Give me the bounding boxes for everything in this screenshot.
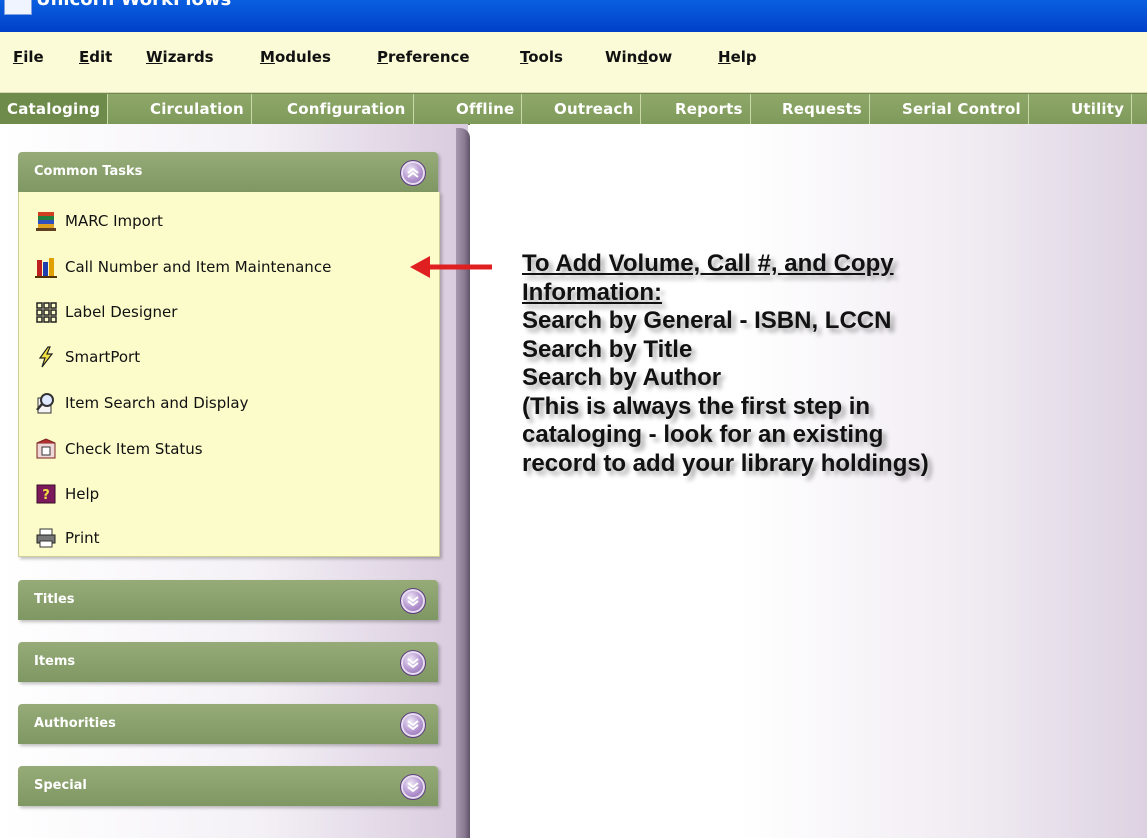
group-title: Titles	[34, 592, 75, 607]
group-title: Authorities	[34, 716, 116, 731]
task-label: Item Search and Display	[65, 394, 249, 412]
tab-serial-control[interactable]: Serial Control	[895, 94, 1029, 124]
module-tab-bar: Cataloging Circulation Configuration Off…	[0, 93, 1147, 125]
menu-file[interactable]: File	[13, 48, 44, 66]
tab-requests[interactable]: Requests	[775, 94, 870, 124]
group-title: Common Tasks	[34, 164, 143, 179]
printer-icon	[35, 527, 57, 549]
status-book-icon	[35, 438, 57, 460]
annotation-line: Search by Author	[522, 364, 722, 391]
annotation-line: Search by General - ISBN, LCCN	[522, 307, 892, 334]
menu-edit[interactable]: Edit	[79, 48, 112, 66]
annotation-heading-line2: Information:	[522, 278, 662, 306]
group-special-header[interactable]: Special	[18, 766, 438, 806]
help-icon: ?	[35, 483, 57, 505]
window-title: Unicorn WorkFlows	[36, 0, 231, 10]
tab-circulation[interactable]: Circulation	[143, 94, 252, 124]
task-print[interactable]: Print	[35, 523, 100, 553]
tab-offline[interactable]: Offline	[449, 94, 523, 124]
svg-text:?: ?	[42, 488, 50, 503]
lightning-icon	[35, 346, 57, 368]
tab-utility[interactable]: Utility	[1064, 94, 1133, 124]
expand-icon[interactable]	[400, 712, 426, 738]
group-titles-header[interactable]: Titles	[18, 580, 438, 620]
books-icon	[35, 256, 57, 278]
expand-icon[interactable]	[400, 774, 426, 800]
annotation-line: record to add your library holdings)	[522, 449, 929, 477]
menu-modules[interactable]: Modules	[260, 48, 331, 66]
task-label: Help	[65, 485, 100, 503]
magnifier-book-icon	[35, 392, 57, 414]
menu-preference[interactable]: Preference	[377, 48, 470, 66]
tab-reports[interactable]: Reports	[668, 94, 751, 124]
menu-bar: File Edit Wizards Modules Preference Too…	[0, 32, 1147, 93]
task-label: Label Designer	[65, 303, 178, 321]
task-check-item-status[interactable]: Check Item Status	[35, 434, 203, 464]
task-call-number-item-maintenance[interactable]: Call Number and Item Maintenance	[35, 252, 331, 282]
tab-cataloging[interactable]: Cataloging	[0, 94, 109, 124]
group-title: Special	[34, 778, 87, 793]
annotation-line: (This is always the first step in	[522, 392, 871, 420]
group-authorities-header[interactable]: Authorities	[18, 704, 438, 744]
task-item-search-display[interactable]: Item Search and Display	[35, 388, 249, 418]
task-label: Check Item Status	[65, 440, 203, 458]
menu-window[interactable]: Window	[605, 48, 672, 66]
task-label: MARC Import	[65, 212, 163, 230]
menu-wizards[interactable]: Wizards	[146, 48, 214, 66]
task-marc-import[interactable]: MARC Import	[35, 206, 163, 236]
label-grid-icon	[35, 301, 57, 323]
annotation-heading-line1: To Add Volume, Call #, and Copy	[522, 250, 894, 277]
menu-tools[interactable]: Tools	[520, 48, 563, 66]
task-smartport[interactable]: SmartPort	[35, 342, 140, 372]
tab-outreach[interactable]: Outreach	[547, 94, 642, 124]
expand-icon[interactable]	[400, 650, 426, 676]
annotation-line: cataloging - look for an existing	[522, 421, 884, 448]
expand-icon[interactable]	[400, 588, 426, 614]
app-icon	[4, 0, 32, 15]
panel-edge	[456, 128, 470, 838]
menu-help[interactable]: Help	[718, 48, 757, 66]
task-label: Print	[65, 529, 100, 547]
tab-configuration[interactable]: Configuration	[280, 94, 414, 124]
window-titlebar: Unicorn WorkFlows	[0, 0, 1147, 32]
collapse-icon[interactable]	[400, 160, 426, 186]
workspace-area	[470, 124, 1147, 838]
group-common-tasks-body: MARC Import Call Number and Item Mainten…	[18, 192, 440, 557]
task-help[interactable]: ? Help	[35, 479, 99, 509]
group-items-header[interactable]: Items	[18, 642, 438, 682]
group-common-tasks-header[interactable]: Common Tasks	[18, 152, 438, 192]
marc-import-icon	[35, 210, 57, 232]
instruction-annotation: To Add Volume, Call #, and Copy Informat…	[522, 250, 1122, 478]
group-title: Items	[34, 654, 76, 669]
red-arrow-icon	[410, 256, 492, 278]
task-label: SmartPort	[65, 348, 141, 366]
task-label-designer[interactable]: Label Designer	[35, 297, 177, 327]
task-label: Call Number and Item Maintenance	[65, 258, 332, 276]
annotation-line: Search by Title	[522, 335, 693, 363]
